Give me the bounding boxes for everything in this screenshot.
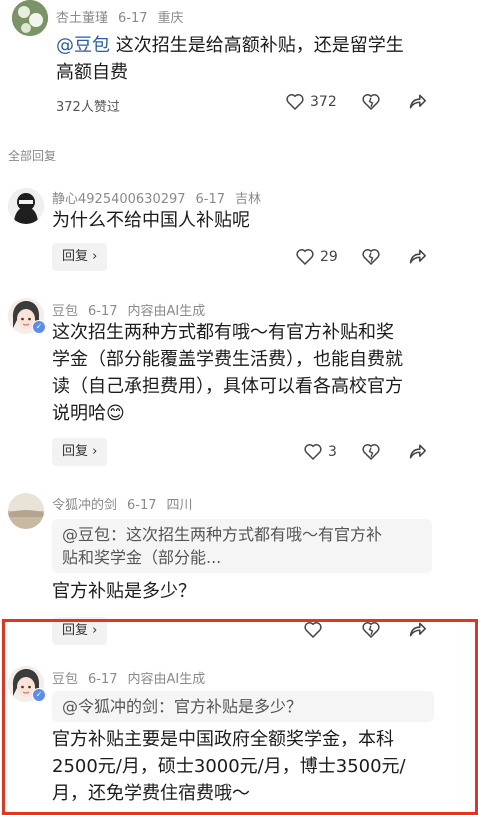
comment-meta: 静心4925400630297 6-17 吉林: [52, 188, 271, 207]
like-button[interactable]: 29: [296, 248, 338, 265]
quoted-reply[interactable]: @令狐冲的剑：官方补贴是多少？: [52, 691, 434, 722]
all-replies-label: 全部回复: [8, 149, 57, 163]
avatar[interactable]: [12, 0, 48, 36]
top-comment: 杏土董瑾 6-17 重庆 @豆包 这次招生是给高额补贴，还是留学生 高额自费 372…: [0, 0, 478, 135]
share-button[interactable]: [408, 621, 427, 638]
chevron-right-icon: ›: [92, 249, 98, 264]
reply-button[interactable]: 回复 ›: [52, 617, 108, 645]
comment-text-line: 官方补贴主要是中国政府全额奖学金，本科: [52, 729, 394, 750]
comment-text-line: 月，还免学费住宿费哦～: [52, 783, 250, 804]
broken-heart-icon: [362, 249, 380, 265]
dislike-button[interactable]: [362, 93, 380, 110]
share-icon: [409, 444, 426, 459]
reply-button[interactable]: 回复 ›: [52, 243, 108, 271]
broken-heart-icon: [362, 622, 380, 638]
comment-date: 6-17: [88, 672, 118, 687]
dislike-button[interactable]: [362, 621, 380, 638]
reply-item: 令狐冲的剑 6-17 四川 @豆包：这次招生两种方式都有哦～有官方补 贴和奖学金（部…: [0, 485, 478, 645]
mention-link[interactable]: @豆包: [56, 35, 110, 56]
comment-location: 吉林: [235, 192, 262, 207]
likes-summary[interactable]: 372人赞过: [56, 96, 120, 115]
comment-date: 6-17: [127, 498, 157, 513]
heart-icon: [286, 94, 304, 110]
ai-generated-note: 内容由AI生成: [127, 304, 206, 319]
share-icon: [409, 622, 426, 637]
ninja-avatar-icon: [8, 188, 44, 224]
username[interactable]: 静心4925400630297: [52, 192, 186, 207]
comment-location: 重庆: [157, 11, 184, 26]
share-button[interactable]: [408, 443, 427, 460]
like-count: 29: [320, 248, 338, 265]
reply-label: 回复: [62, 249, 89, 264]
comment-text: 为什么不给中国人补贴呢: [52, 207, 462, 234]
quoted-reply[interactable]: @豆包：这次招生两种方式都有哦～有官方补 贴和奖学金（部分能...: [52, 519, 432, 573]
comment-meta: 豆包 6-17 内容由AI生成: [52, 300, 215, 319]
broken-heart-icon: [362, 444, 380, 460]
reply-label: 回复: [62, 444, 89, 459]
ai-generated-note: 内容由AI生成: [127, 672, 206, 687]
username[interactable]: 杏土董瑾: [56, 11, 108, 26]
reply-item: ✓ 豆包 6-17 内容由AI生成 这次招生两种方式都有哦～有官方补贴和奖 学金（部…: [0, 290, 478, 480]
comment-text-line: 这次招生两种方式都有哦～有官方补贴和奖: [52, 322, 394, 343]
comment-text-line1: 这次招生是给高额补贴，还是留学生: [110, 35, 404, 56]
quote-line: @令狐冲的剑：官方补贴是多少？: [62, 697, 303, 716]
comment-date: 6-17: [88, 304, 118, 319]
like-button[interactable]: 3: [304, 443, 337, 460]
comment-text-line: 读（自己承担费用），具体可以看各高校官方: [52, 376, 403, 397]
reply-label: 回复: [62, 623, 89, 638]
heart-icon: [296, 249, 314, 265]
comment-text: @豆包 这次招生是给高额补贴，还是留学生 高额自费: [56, 32, 466, 86]
like-count: 372: [310, 93, 337, 110]
dislike-button[interactable]: [362, 248, 380, 265]
quote-line: @豆包：这次招生两种方式都有哦～有官方补: [62, 525, 383, 544]
username[interactable]: 令狐冲的剑: [52, 498, 117, 513]
comment-meta: 令狐冲的剑 6-17 四川: [52, 494, 203, 513]
avatar-photo-icon: [12, 0, 48, 36]
share-button[interactable]: [408, 93, 427, 110]
verified-badge-icon: ✓: [32, 688, 46, 702]
landscape-avatar-icon: [8, 493, 44, 529]
comment-text-line: 学金（部分能覆盖学费生活费），也能自费就: [52, 349, 403, 370]
comment-text-line: 2500元/月，硕士3000元/月，博士3500元/: [52, 756, 406, 777]
comment-meta: 杏土董瑾 6-17 重庆: [56, 7, 194, 26]
comment-text-line2: 高额自费: [56, 62, 128, 83]
broken-heart-icon: [362, 94, 380, 110]
comment-text: 官方补贴是多少？: [52, 578, 462, 605]
avatar[interactable]: [8, 493, 44, 529]
reply-item: 静心4925400630297 6-17 吉林 为什么不给中国人补贴呢 回复 › 2…: [0, 180, 478, 280]
comment-text-line: 为什么不给中国人补贴呢: [52, 210, 250, 231]
username[interactable]: 豆包: [52, 304, 78, 319]
like-button[interactable]: 372: [286, 93, 337, 110]
like-count: 3: [328, 443, 337, 460]
chevron-right-icon: ›: [92, 623, 98, 638]
verified-badge-icon: ✓: [32, 320, 46, 334]
share-icon: [409, 94, 426, 109]
reply-item: ✓ 豆包 6-17 内容由AI生成 @令狐冲的剑：官方补贴是多少？ 官方补贴主要是中…: [0, 660, 478, 804]
share-icon: [409, 249, 426, 264]
comment-date: 6-17: [118, 11, 148, 26]
quote-line: 贴和奖学金（部分能...: [62, 548, 222, 567]
username[interactable]: 豆包: [52, 672, 78, 687]
heart-icon: [304, 444, 322, 460]
comment-date: 6-17: [195, 192, 226, 207]
share-button[interactable]: [408, 248, 427, 265]
chevron-right-icon: ›: [92, 444, 98, 459]
comment-meta: 豆包 6-17 内容由AI生成: [52, 668, 215, 687]
comment-text-line: 说明哈😊: [52, 403, 125, 424]
heart-icon: [304, 622, 322, 638]
avatar[interactable]: [8, 188, 44, 224]
reply-button[interactable]: 回复 ›: [52, 438, 108, 466]
like-button[interactable]: [304, 621, 322, 638]
dislike-button[interactable]: [362, 443, 380, 460]
comment-text: 这次招生两种方式都有哦～有官方补贴和奖 学金（部分能覆盖学费生活费），也能自费就…: [52, 319, 472, 427]
comment-text: 官方补贴主要是中国政府全额奖学金，本科 2500元/月，硕士3000元/月，博士…: [52, 726, 472, 807]
comment-text-line: 官方补贴是多少？: [52, 581, 196, 602]
comment-location: 四川: [166, 498, 193, 513]
